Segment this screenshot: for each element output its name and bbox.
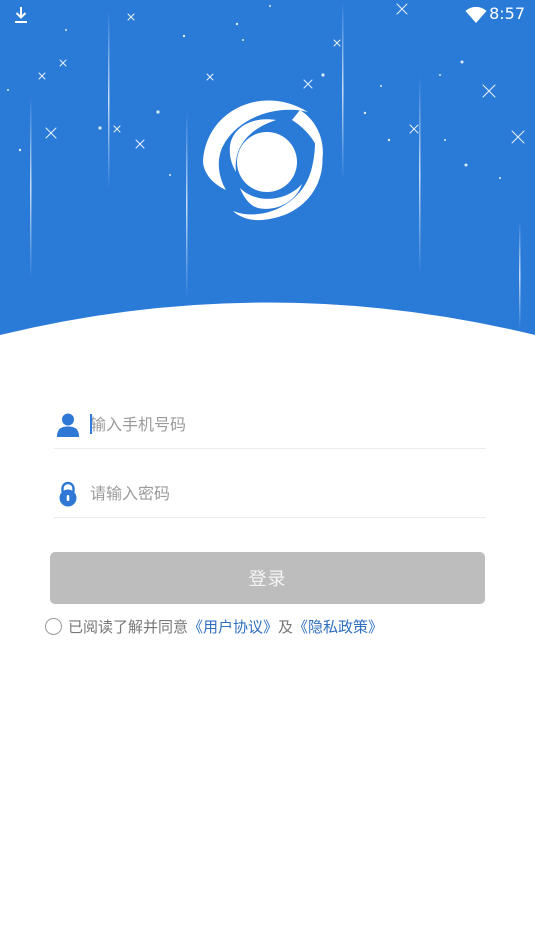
user-icon <box>57 413 79 437</box>
status-bar: 8:57 <box>0 0 535 30</box>
wifi-icon <box>465 6 487 23</box>
header-banner <box>0 0 535 360</box>
agreement-checkbox[interactable] <box>45 617 62 635</box>
password-field[interactable] <box>54 469 486 518</box>
text-cursor <box>90 414 92 434</box>
phone-field[interactable] <box>54 400 486 449</box>
agreement-prefix: 已阅读了解并同意 <box>68 617 189 636</box>
header-background <box>0 0 535 335</box>
status-time: 8:57 <box>489 4 525 23</box>
login-screen: 8:57 登录 已阅读了解并同意 《用户协议》 及 《隐私政策》 <box>0 0 535 951</box>
agreement-conjunction: 及 <box>278 617 294 636</box>
download-icon <box>15 7 27 23</box>
agreement-row: 已阅读了解并同意 《用户协议》 及 《隐私政策》 <box>45 614 383 638</box>
privacy-policy-link[interactable]: 《隐私政策》 <box>293 616 383 637</box>
lock-icon <box>59 481 77 507</box>
phone-input[interactable] <box>90 406 480 442</box>
password-input[interactable] <box>90 475 480 511</box>
login-button[interactable]: 登录 <box>50 552 485 604</box>
user-agreement-link[interactable]: 《用户协议》 <box>188 616 278 637</box>
